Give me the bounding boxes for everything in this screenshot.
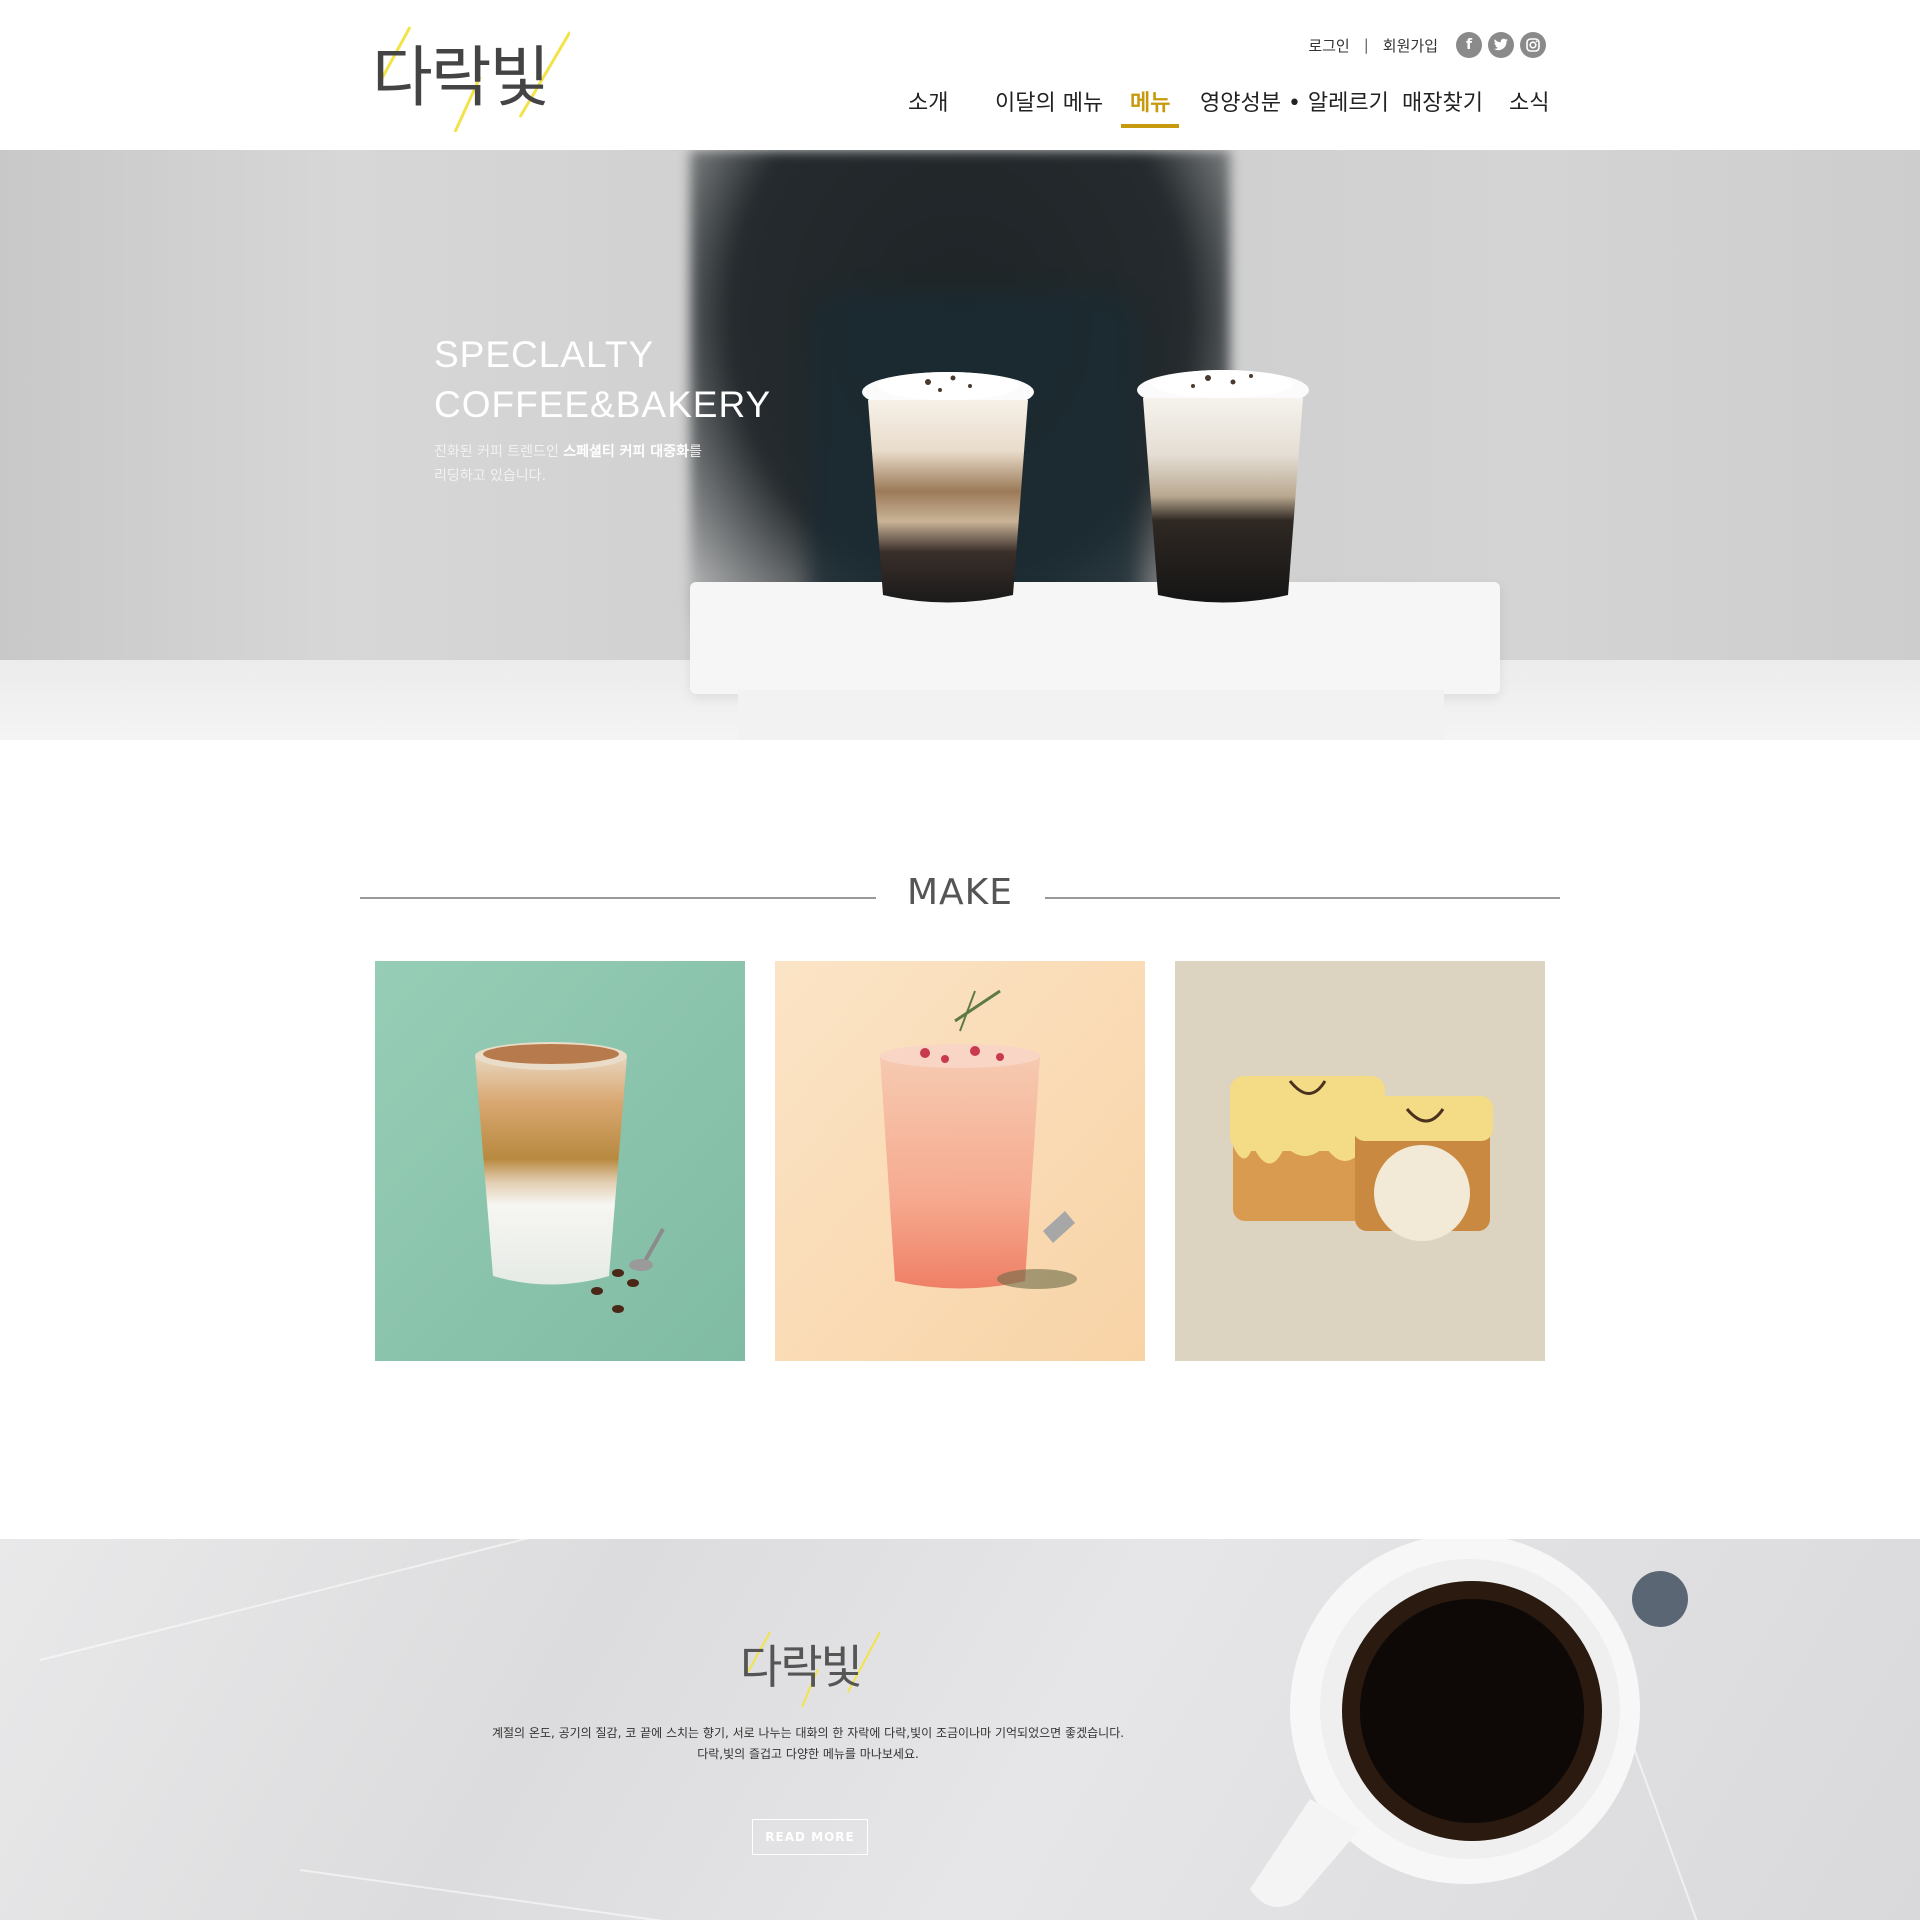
- make-rule-right: [1045, 897, 1560, 899]
- hero-desc-part1: 진화된 커피 트렌드인: [434, 444, 564, 460]
- utility-menu: 로그인 | 회원가입 f: [1308, 28, 1546, 62]
- nav-item-store-finder[interactable]: 매장찾기: [1402, 84, 1483, 128]
- hero-stand-base: [738, 690, 1444, 740]
- hero-banner: SPECLALTY COFFEE&BAKERY 진화된 커피 트렌드인 스페셜티…: [0, 150, 1920, 740]
- hero-desc-line2: 리딩하고 있습니다.: [434, 468, 546, 484]
- marble-vein: [39, 1539, 545, 1661]
- hero-description: 진화된 커피 트렌드인 스페셜티 커피 대중화를 리딩하고 있습니다.: [434, 440, 734, 488]
- nav-item-monthly-menu[interactable]: 이달의 메뉴: [995, 84, 1103, 128]
- footer-text-line1: 계절의 온도, 공기의 질감, 코 끝에 스치는 향기, 서로 나누는 대화의 …: [491, 1726, 1125, 1740]
- site-header: 다락빛 로그인 | 회원가입 f 소개 이달의 메뉴 메뉴 영양성분 • 알레르…: [0, 0, 1920, 150]
- hero-desc-part2: 를: [688, 444, 702, 460]
- hero-title-line1: SPECLALTY: [434, 334, 655, 375]
- footer-section: 다락빛 계절의 온도, 공기의 질감, 코 끝에 스치는 향기, 서로 나누는 …: [0, 1539, 1920, 1920]
- nav-item-nutrition[interactable]: 영양성분 • 알레르기: [1200, 84, 1389, 128]
- footer-text-line2: 다락,빛의 즐겁고 다양한 메뉴를 마나보세요.: [697, 1747, 919, 1761]
- footer-logo-text: 다락빛: [740, 1640, 861, 1694]
- hero-title: SPECLALTY COFFEE&BAKERY: [434, 330, 771, 430]
- fruit-tea-card[interactable]: [775, 961, 1145, 1361]
- latte-image: [375, 961, 745, 1361]
- marble-vein: [299, 1869, 915, 1920]
- util-separator: |: [1363, 36, 1369, 54]
- login-link[interactable]: 로그인: [1308, 35, 1349, 56]
- nav-item-news[interactable]: 소식: [1509, 84, 1549, 128]
- main-nav: 소개 이달의 메뉴 메뉴 영양성분 • 알레르기 매장찾기 소식: [0, 84, 1920, 134]
- twitter-icon[interactable]: [1488, 32, 1514, 58]
- hero-stand: [690, 582, 1500, 694]
- hero-title-line2: COFFEE&BAKERY: [434, 384, 772, 425]
- fruit-tea-image: [775, 961, 1145, 1361]
- hero-desc-highlight: 스페셜티 커피 대중화: [563, 444, 689, 460]
- footer-description: 계절의 온도, 공기의 질감, 코 끝에 스치는 향기, 서로 나누는 대화의 …: [0, 1723, 1616, 1765]
- sns-links: f: [1456, 32, 1546, 58]
- read-more-button[interactable]: READ MORE: [752, 1819, 868, 1855]
- make-section-title: MAKE: [906, 872, 1014, 913]
- facebook-icon[interactable]: f: [1456, 32, 1482, 58]
- nav-item-menu[interactable]: 메뉴: [1121, 84, 1180, 128]
- banana-bread-card[interactable]: [1175, 961, 1545, 1361]
- nav-item-intro[interactable]: 소개: [908, 84, 948, 128]
- banana-bread-image: [1175, 961, 1545, 1361]
- hero-cup-right: [1137, 370, 1309, 603]
- instagram-icon[interactable]: [1520, 32, 1546, 58]
- latte-card[interactable]: [375, 961, 745, 1361]
- signup-link[interactable]: 회원가입: [1383, 35, 1438, 56]
- footer-logo: 다락빛: [740, 1631, 880, 1707]
- hero-cup-left: [862, 372, 1034, 603]
